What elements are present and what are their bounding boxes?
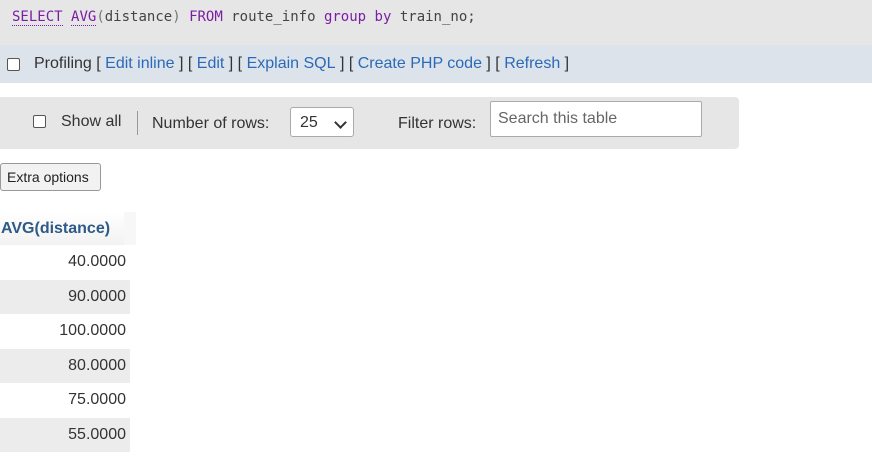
nav-divider (137, 111, 138, 135)
table-row: 100.0000 (0, 314, 130, 349)
sql-keyword-group: group (323, 9, 367, 25)
edit-link[interactable]: Edit (197, 55, 225, 73)
show-all-label[interactable]: Show all (61, 113, 121, 131)
table-navigation: Show all Number of rows: 25 Filter rows: (0, 97, 739, 149)
table-cell: 90.0000 (0, 279, 130, 314)
table-row: 75.0000 (0, 383, 130, 418)
rows-label: Number of rows: (152, 115, 270, 132)
profiling-bar: Profiling [ Edit inline ] [ Edit ] [ Exp… (0, 45, 872, 83)
sql-table: route_info (231, 9, 316, 25)
sql-keyword-by: by (374, 9, 392, 25)
chevron-down-icon (334, 116, 347, 129)
explain-sql-link[interactable]: Explain SQL (247, 55, 336, 73)
filter-label: Filter rows: (398, 115, 477, 132)
table-cell: 75.0000 (0, 383, 130, 418)
table-row: 80.0000 (0, 348, 130, 383)
filter-rows-input[interactable] (490, 101, 702, 137)
rows-select-value: 25 (300, 114, 318, 131)
table-row: 55.0000 (0, 417, 130, 452)
edit-inline-link[interactable]: Edit inline (105, 55, 174, 73)
rows-select[interactable]: 25 (290, 107, 354, 137)
table-cell: 40.0000 (0, 245, 130, 280)
refresh-link[interactable]: Refresh (504, 55, 560, 73)
profiling-checkbox[interactable] (7, 57, 20, 71)
sql-group-column: train_no; (399, 9, 476, 25)
sql-keyword-from: FROM (189, 9, 223, 25)
results-table: AVG(distance) 40.0000 90.0000 100.0000 8… (0, 212, 136, 452)
sql-function-avg[interactable]: AVG (71, 9, 97, 26)
table-cell: 80.0000 (0, 348, 130, 383)
show-all-checkbox[interactable] (33, 115, 46, 128)
sql-keyword-select[interactable]: SELECT (12, 9, 63, 26)
table-row: 40.0000 (0, 245, 130, 280)
table-cell: 55.0000 (0, 417, 130, 452)
sql-column: distance (104, 9, 173, 25)
sql-paren-close: ) (172, 9, 181, 25)
profiling-label: Profiling (34, 55, 92, 72)
sql-query-display: SELECT AVG(distance) FROM route_info gro… (0, 0, 872, 45)
create-php-code-link[interactable]: Create PHP code (358, 55, 482, 73)
table-cell: 100.0000 (0, 314, 130, 349)
sql-paren-open: ( (96, 9, 105, 25)
table-row: 90.0000 (0, 279, 130, 314)
column-header-avg-distance[interactable]: AVG(distance) (0, 212, 136, 245)
extra-options-button[interactable]: Extra options (0, 163, 101, 191)
